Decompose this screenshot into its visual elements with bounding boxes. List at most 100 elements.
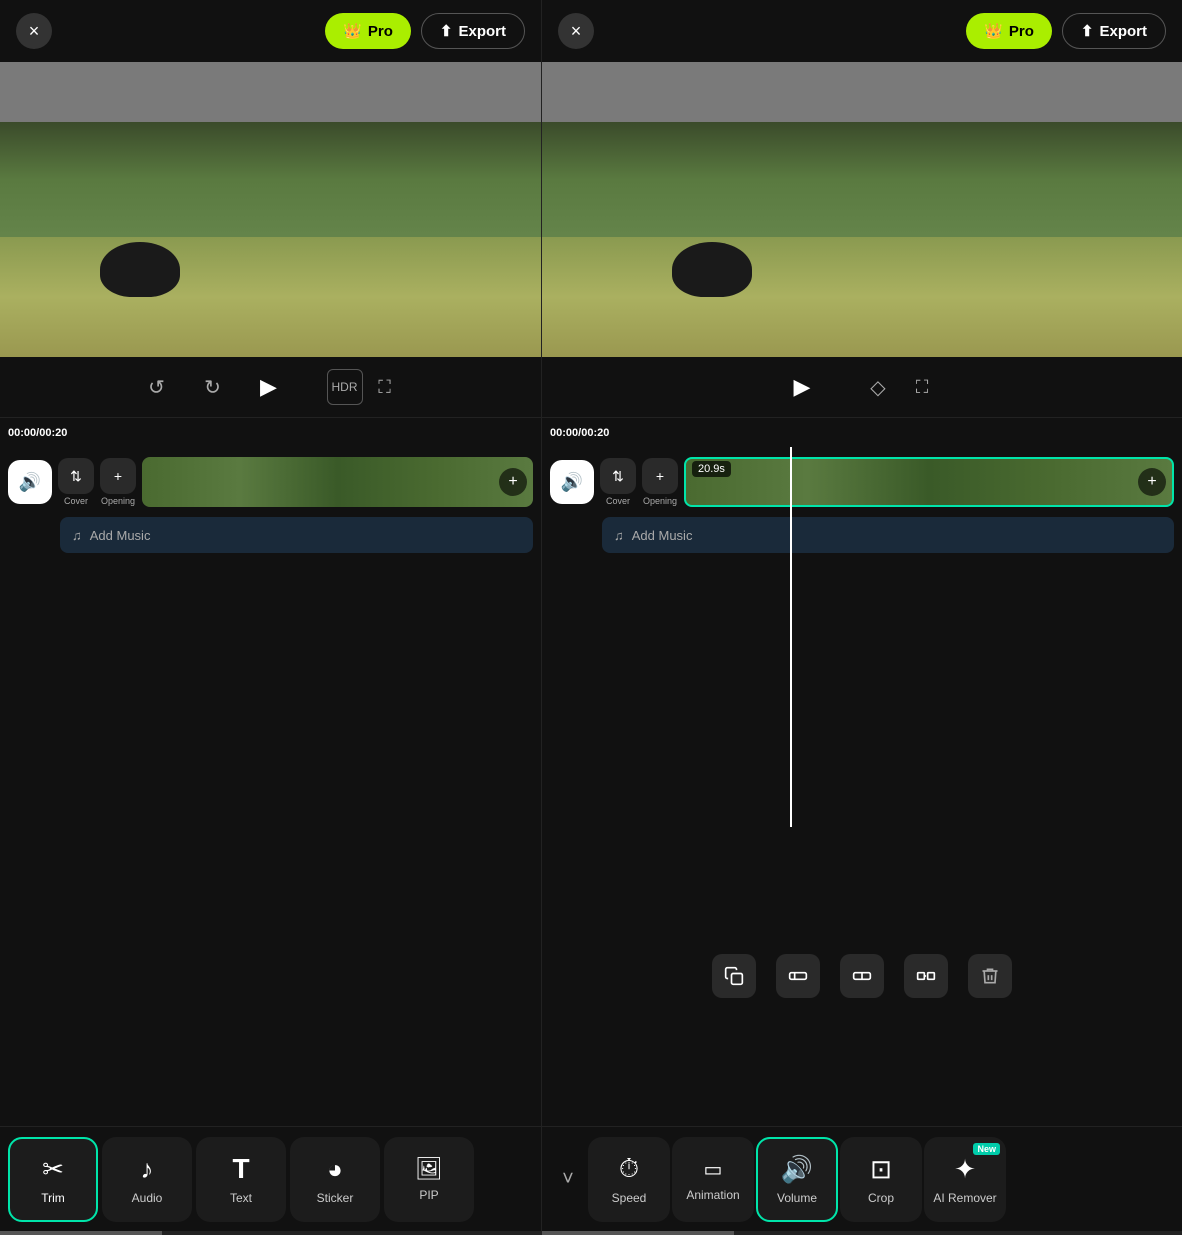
- audio-label: Audio: [132, 1191, 163, 1205]
- left-volume-button[interactable]: 🔊: [8, 460, 52, 504]
- right-music-note-icon: ♫: [614, 528, 624, 543]
- right-opening-icon: +: [642, 458, 678, 494]
- crown-icon: 👑: [343, 22, 362, 40]
- tool-sticker[interactable]: ◕ Sticker: [290, 1137, 380, 1222]
- delete-action-button[interactable]: [968, 954, 1012, 998]
- right-tool-speed[interactable]: ⏱ Speed: [588, 1137, 670, 1222]
- left-undo-button[interactable]: ↺: [139, 369, 175, 405]
- right-crown-icon: 👑: [984, 22, 1003, 40]
- upload-icon: ⬆: [440, 22, 453, 40]
- right-timeline-header: 00:00/00:20 00:00 · 00:02 · 00:0: [542, 417, 1182, 447]
- grass-bg: [0, 237, 541, 357]
- right-controls-bar: ▶ ◇ ⛶: [542, 357, 1182, 417]
- right-fullscreen-icon[interactable]: ⛶: [904, 369, 940, 405]
- left-cover-button[interactable]: ⇅ Cover: [58, 458, 94, 506]
- opening-icon: +: [100, 458, 136, 494]
- export-label: Export: [458, 23, 506, 40]
- copy-action-button[interactable]: [712, 954, 756, 998]
- right-video-preview: [542, 62, 1182, 357]
- left-video-clip[interactable]: +: [142, 457, 533, 507]
- right-pro-button[interactable]: 👑 Pro: [966, 13, 1052, 49]
- tool-text[interactable]: T Text: [196, 1137, 286, 1222]
- hdr-icon[interactable]: HDR: [327, 369, 363, 405]
- right-pro-label: Pro: [1009, 23, 1034, 40]
- right-tool-ai-remover[interactable]: New ✦ AI Remover: [924, 1137, 1006, 1222]
- right-time-current: 00:00: [550, 427, 578, 439]
- left-progress-bar[interactable]: [0, 1231, 541, 1235]
- right-tool-animation[interactable]: ▭ Animation: [672, 1137, 754, 1222]
- right-panel: × 👑 Pro ⬆ Export ▶ ◇ ⛶ 00:: [541, 0, 1182, 1235]
- left-bottom-toolbar: ✂ Trim ♪ Audio T Text ◕ Sticker 🖼 PIP: [0, 1126, 541, 1231]
- ai-remover-label: AI Remover: [933, 1191, 996, 1205]
- volume-icon: 🔊: [781, 1154, 813, 1185]
- right-timeline-track: 🔊 ⇅ Cover + Opening 20.9s +: [542, 447, 1182, 517]
- diamond-icon[interactable]: ◇: [860, 369, 896, 405]
- right-tool-crop[interactable]: ⊡ Crop: [840, 1137, 922, 1222]
- fullscreen-icon[interactable]: ⛶: [367, 369, 403, 405]
- ai-remover-icon: ✦: [954, 1154, 976, 1185]
- tool-trim[interactable]: ✂ Trim: [8, 1137, 98, 1222]
- left-time-display: 00:00/00:20: [8, 427, 78, 439]
- left-clip-add-button[interactable]: +: [499, 468, 527, 496]
- bird-shape: [100, 242, 180, 297]
- right-top-bar-right: 👑 Pro ⬆ Export: [966, 13, 1166, 49]
- dissolve-action-button[interactable]: [904, 954, 948, 998]
- left-time-current: 00:00: [8, 427, 36, 439]
- left-top-bar-right: 👑 Pro ⬆ Export: [325, 13, 525, 49]
- opening-label: Opening: [101, 496, 135, 506]
- left-timeline-header: 00:00/00:20 00:00 · 00:02 · 00:0: [0, 417, 541, 447]
- right-export-button[interactable]: ⬆ Export: [1062, 13, 1166, 49]
- tool-audio[interactable]: ♪ Audio: [102, 1137, 192, 1222]
- left-music-track[interactable]: ♫ Add Music: [60, 517, 533, 553]
- right-controls-icons: ◇ ⛶: [860, 369, 940, 405]
- left-export-button[interactable]: ⬆ Export: [421, 13, 525, 49]
- left-pro-button[interactable]: 👑 Pro: [325, 13, 411, 49]
- right-video-bg: [542, 62, 1182, 357]
- right-music-track[interactable]: ♫ Add Music: [602, 517, 1174, 553]
- right-clip-add-button[interactable]: +: [1138, 468, 1166, 496]
- animation-icon: ▭: [704, 1157, 723, 1182]
- scissors-icon: ✂: [42, 1154, 64, 1185]
- text-label: Text: [230, 1191, 252, 1205]
- text-icon: T: [232, 1153, 249, 1185]
- right-top-bar-left: ×: [558, 13, 594, 49]
- pip-icon: 🖼: [415, 1156, 443, 1182]
- right-close-button[interactable]: ×: [558, 13, 594, 49]
- right-progress-bar[interactable]: [542, 1231, 1182, 1235]
- right-play-button[interactable]: ▶: [784, 369, 820, 405]
- right-cover-icon: ⇅: [600, 458, 636, 494]
- audio-icon: ♪: [141, 1154, 154, 1185]
- crop-label: Crop: [868, 1191, 894, 1205]
- speed-label: Speed: [612, 1191, 647, 1205]
- right-upload-icon: ⬆: [1081, 22, 1094, 40]
- sticker-icon: ◕: [327, 1154, 343, 1185]
- collapse-button[interactable]: ˅: [550, 1161, 586, 1197]
- right-volume-button[interactable]: 🔊: [550, 460, 594, 504]
- right-cover-button[interactable]: ⇅ Cover: [600, 458, 636, 506]
- pip-label: PIP: [419, 1188, 438, 1202]
- tool-pip[interactable]: 🖼 PIP: [384, 1137, 474, 1222]
- right-video-clip[interactable]: 20.9s +: [684, 457, 1174, 507]
- split-action-button[interactable]: [840, 954, 884, 998]
- left-close-button[interactable]: ×: [16, 13, 52, 49]
- left-video-bg: [0, 62, 541, 357]
- right-add-music-label: Add Music: [632, 528, 693, 543]
- right-bottom-toolbar: ˅ ⏱ Speed ▭ Animation 🔊 Volume ⊡ Crop Ne…: [542, 1126, 1182, 1231]
- left-controls-bar: ↺ ↻ ▶ HDR ⛶: [0, 357, 541, 417]
- left-top-bar: × 👑 Pro ⬆ Export: [0, 0, 541, 62]
- left-redo-button[interactable]: ↻: [195, 369, 231, 405]
- trim-split-action-button[interactable]: [776, 954, 820, 998]
- clip-duration-badge: 20.9s: [692, 461, 731, 477]
- right-tool-volume[interactable]: 🔊 Volume: [756, 1137, 838, 1222]
- right-fence-bg: [542, 62, 1182, 122]
- left-opening-button[interactable]: + Opening: [100, 458, 136, 506]
- left-play-button[interactable]: ▶: [251, 369, 287, 405]
- right-export-label: Export: [1099, 23, 1147, 40]
- right-opening-button[interactable]: + Opening: [642, 458, 678, 506]
- right-grass-bg: [542, 237, 1182, 357]
- crop-icon: ⊡: [870, 1154, 892, 1185]
- left-top-bar-left: ×: [16, 13, 52, 49]
- right-progress-fill: [542, 1231, 734, 1235]
- right-timeline-area: 🔊 ⇅ Cover + Opening 20.9s + ♫ Add Music: [542, 447, 1182, 1126]
- right-opening-label: Opening: [643, 496, 677, 506]
